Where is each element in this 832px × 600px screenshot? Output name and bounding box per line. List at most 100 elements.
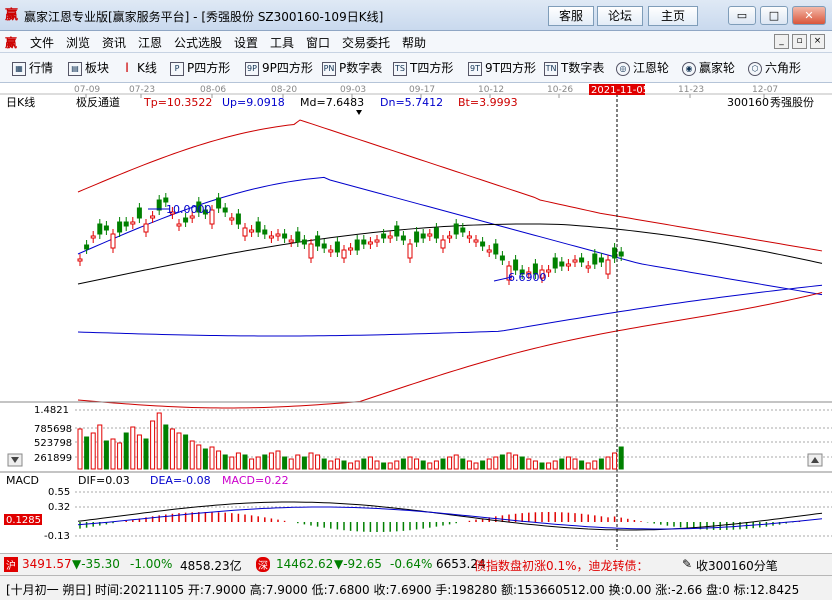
toolbar-hexagon-label: 六角形 [765,61,802,75]
menu-formula-select[interactable]: 公式选股 [174,34,222,51]
hexagon-icon: ⬡ [748,61,762,76]
candle-body [447,235,453,239]
mdi-restore-button[interactable]: ▫ [792,34,807,49]
toolbar-quote-button[interactable]: ▦ 行情 [12,59,53,77]
tick-detail-button[interactable]: 收300160分笔 [696,557,778,574]
menu-trade[interactable]: 交易委托 [342,34,390,51]
sh-index-change: ▼-35.30 [72,557,120,571]
candle-body [618,251,624,257]
toolbar-sector-button[interactable]: ▤ 板块 [68,59,109,77]
param-md: Md=7.6483 [300,96,364,109]
menu-file[interactable]: 文件 [30,34,54,51]
volume-bar [97,424,103,470]
volume-bar [321,458,327,470]
toolbar-p-number-label: P数字表 [339,61,383,75]
forum-button[interactable]: 论坛 [597,6,643,26]
toolbar-hexagon-button[interactable]: ⬡ 六角形 [748,59,801,77]
volume-bar [77,428,83,470]
candle-body [97,223,103,235]
candle-body [460,227,466,233]
toolbar-p-number-button[interactable]: PN P数字表 [322,59,382,77]
param-up: Up=9.0918 [222,96,285,109]
sz-index-change: ▼-92.65 [334,557,382,571]
volume-bar [440,458,446,470]
menu-help[interactable]: 帮助 [402,34,426,51]
close-button[interactable]: ✕ [792,6,826,25]
app-logo-icon: 赢 [5,8,19,23]
sh-index-pct: -1.00% [130,557,173,571]
menu-tools[interactable]: 工具 [270,34,294,51]
band-bottom [77,291,823,409]
toolbar-t-number-button[interactable]: TN T数字表 [544,59,604,77]
candle-body [229,217,235,221]
volume-bar [130,426,136,470]
maximize-button[interactable]: □ [760,6,788,25]
volume-bar [565,456,571,470]
params-dropdown-icon[interactable] [356,110,362,115]
volume-bar [552,460,558,470]
menu-gann[interactable]: 江恩 [138,34,162,51]
volume-bar [103,440,109,470]
menu-bar: 赢 文件 浏览 资讯 江恩 公式选股 设置 工具 窗口 交易委托 帮助 _ ▫ … [0,31,832,53]
volume-bar [466,460,472,470]
volume-bar [328,460,334,470]
homepage-button[interactable]: 主页 [648,6,698,26]
macd-dea: DEA=-0.08 [150,474,211,487]
volume-bar [341,460,347,470]
macd-dea-line [77,506,823,530]
candlestick-icon: ┃ [124,62,130,72]
candle-body [216,197,222,209]
volume-bar [433,460,439,470]
volume-bar [150,420,156,470]
volume-bar [453,454,459,470]
indicator-name: 极反通道 [76,95,120,109]
toolbar-t-square-button[interactable]: TS T四方形 [393,59,453,77]
date-tick: 08-06 [200,85,226,95]
customer-service-button[interactable]: 客服 [548,6,594,26]
candle-body [249,229,255,233]
volume-bar [499,454,505,470]
sz-index-value: 14462.62 [276,557,334,571]
candle-body [374,239,380,243]
date-tick: 09-17 [409,85,435,95]
toolbar-9t-square-button[interactable]: 9T 9T四方形 [468,59,536,77]
volume-bar [367,456,373,470]
candle-body [328,249,334,253]
mdi-minimize-button[interactable]: _ [774,34,789,49]
mdi-close-button[interactable]: × [810,34,825,49]
toolbar-kline-button[interactable]: ┃ K线 [120,59,157,77]
candle-body [493,243,499,255]
news-ticker[interactable]: 债指数盘初涨0.1%，迪龙转债： [474,557,649,574]
volume-bar [216,450,222,470]
minimize-button[interactable]: ▭ [728,6,756,25]
toolbar-p-square-label: P四方形 [187,61,231,75]
volume-bar [612,452,618,470]
volume-bar [387,462,393,470]
candle-body [282,233,288,239]
volume-bar [532,460,538,470]
menu-browse[interactable]: 浏览 [66,34,90,51]
pen-icon[interactable]: ✎ [682,557,692,571]
toolbar-9p-square-button[interactable]: 9P 9P四方形 [245,59,313,77]
t-square-icon: TS [393,61,407,76]
9p-square-icon: 9P [245,61,259,76]
volume-bar [585,462,591,470]
menu-info[interactable]: 资讯 [102,34,126,51]
toolbar-p-square-button[interactable]: P P四方形 [170,59,230,77]
candle-body [394,225,400,237]
title-bar: 赢 赢家江恩专业版[赢家服务平台] - [秀强股份 SZ300160-109日K… [0,0,832,31]
volume-bar [447,456,453,470]
macd-value: MACD=0.22 [222,474,289,487]
menu-window[interactable]: 窗口 [306,34,330,51]
candle-body [110,233,116,249]
volume-bar [407,456,413,470]
volume-bar [579,460,585,470]
toolbar-winner-wheel-button[interactable]: ◉ 赢家轮 [682,59,735,77]
stock-name: 秀强股份 [770,96,814,109]
kline-chart[interactable]: 07-09 07-23 08-06 08-20 09-03 09-17 10-12 10-26… [0,83,832,550]
toolbar-gann-wheel-button[interactable]: ◎ 江恩轮 [616,59,669,77]
chart-area[interactable]: 07-09 07-23 08-06 08-20 09-03 09-17 10-12 10-26… [0,83,832,550]
menu-settings[interactable]: 设置 [234,34,258,51]
candle-body [288,239,294,243]
crosshair-date: 2021-11-05 [591,85,649,96]
